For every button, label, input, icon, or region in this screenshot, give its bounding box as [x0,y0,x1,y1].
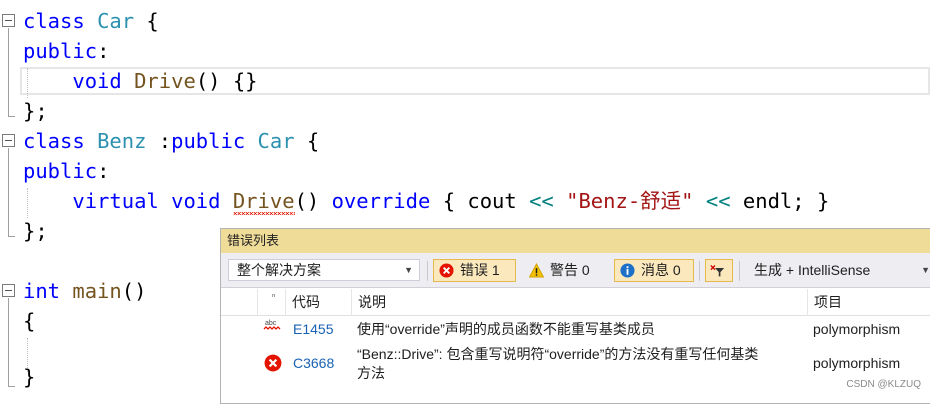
warnings-count-label: 警告 0 [550,262,590,278]
function-name: Drive [134,69,196,93]
keyword: int [23,279,61,303]
svg-text:abc: abc [265,320,277,327]
scope-dropdown[interactable]: 整个解决方案 ▼ [228,259,420,281]
column-header-project[interactable]: 项目 [807,289,930,315]
punctuation: { [442,189,456,213]
error-code[interactable]: E1455 [293,320,333,339]
toolbar-separator [427,261,428,281]
error-code[interactable]: C3668 [293,354,334,373]
punctuation: }; [23,219,48,243]
error-project: polymorphism [813,321,901,337]
identifier: cout [467,189,517,213]
errors-filter-button[interactable]: 错误 1 [433,259,516,282]
punctuation: () [121,279,147,303]
punctuation: () {} [195,69,258,93]
code-line-4[interactable]: }; [0,96,930,126]
warning-icon [529,263,544,278]
punctuation: : [97,159,110,183]
base-class-name: Car [257,129,295,153]
code-line-1[interactable]: class Car { [0,6,930,36]
class-name: Car [97,9,135,33]
punctuation: }; [23,99,48,123]
build-filter-value: 生成 + IntelliSense [754,262,871,278]
error-list-header: ⁿ 代码 说明 项目 [221,289,930,316]
error-row[interactable]: abc E1455 使用“override”声明的成员函数不能重写基类成员 po… [221,316,930,342]
column-header-blank[interactable] [221,289,257,315]
keyword: override [331,189,431,213]
error-description: 使用“override”声明的成员函数不能重写基类成员 [357,321,655,337]
error-description-line-2: 方法 [357,365,385,381]
error-list-panel: 错误列表 整个解决方案 ▼ 错误 1 警告 0 消息 0 生成 + Intell… [220,228,930,404]
punctuation: { [134,9,159,33]
error-row[interactable]: C3668 “Benz::Drive”: 包含重写说明符“override”的方… [221,343,930,385]
string-literal: "Benz-舒适" [566,189,694,213]
code-line-7[interactable]: virtual void Drive() override { cout << … [0,186,930,216]
keyword: public [23,39,98,63]
punctuation: : [97,39,110,63]
punctuation: { [294,129,320,153]
toolbar-separator [699,261,700,281]
filter-icon [710,265,725,277]
punctuation: { [23,309,36,333]
info-icon [620,263,635,278]
column-header-description[interactable]: 说明 [351,289,807,315]
keyword: class [23,129,85,153]
punctuation: } [23,365,36,389]
keyword: void [72,69,122,93]
keyword: class [23,9,85,33]
code-line-3[interactable]: void Drive() {} [0,66,930,96]
sort-marker-icon: ⁿ [272,291,276,301]
toolbar-separator [739,261,740,281]
function-name-error[interactable]: Drive [232,189,295,215]
function-name: main [72,279,122,303]
column-header-code[interactable]: 代码 [285,289,351,315]
filter-toggle-button[interactable] [705,259,733,282]
error-icon [439,263,454,278]
column-header-icon[interactable]: ⁿ [257,289,285,315]
errors-count-label: 错误 1 [460,262,500,278]
build-filter-dropdown[interactable]: 生成 + IntelliSense ▼ [745,259,930,281]
messages-filter-button[interactable]: 消息 0 [614,259,694,282]
class-name: Benz [97,129,147,153]
watermark: CSDN @KLZUQ [846,379,921,390]
punctuation: ; } [792,189,830,213]
operator: << [529,189,554,213]
messages-count-label: 消息 0 [641,262,681,278]
punctuation: () [294,189,320,213]
error-list-toolbar: 整个解决方案 ▼ 错误 1 警告 0 消息 0 生成 + IntelliSens… [221,253,930,288]
intellisense-squiggle-icon: abc [263,318,283,339]
code-line-6[interactable]: public: [0,156,930,186]
chevron-down-icon: ▼ [404,265,413,275]
error-list-title[interactable]: 错误列表 [221,229,930,253]
error-description-line-1: “Benz::Drive”: 包含重写说明符“override”的方法没有重写任… [357,346,759,362]
keyword: void [171,189,221,213]
keyword: virtual [72,189,159,213]
keyword: public [171,129,246,153]
warnings-filter-button[interactable]: 警告 0 [523,259,603,282]
code-line-5[interactable]: class Benz :public Car { [0,126,930,156]
chevron-down-icon: ▼ [921,265,930,275]
error-icon [264,354,282,377]
operator: << [705,189,731,213]
scope-value: 整个解决方案 [237,262,321,278]
error-project: polymorphism [813,355,901,371]
keyword: public [23,159,98,183]
code-line-2[interactable]: public: [0,36,930,66]
identifier: endl [742,189,793,213]
